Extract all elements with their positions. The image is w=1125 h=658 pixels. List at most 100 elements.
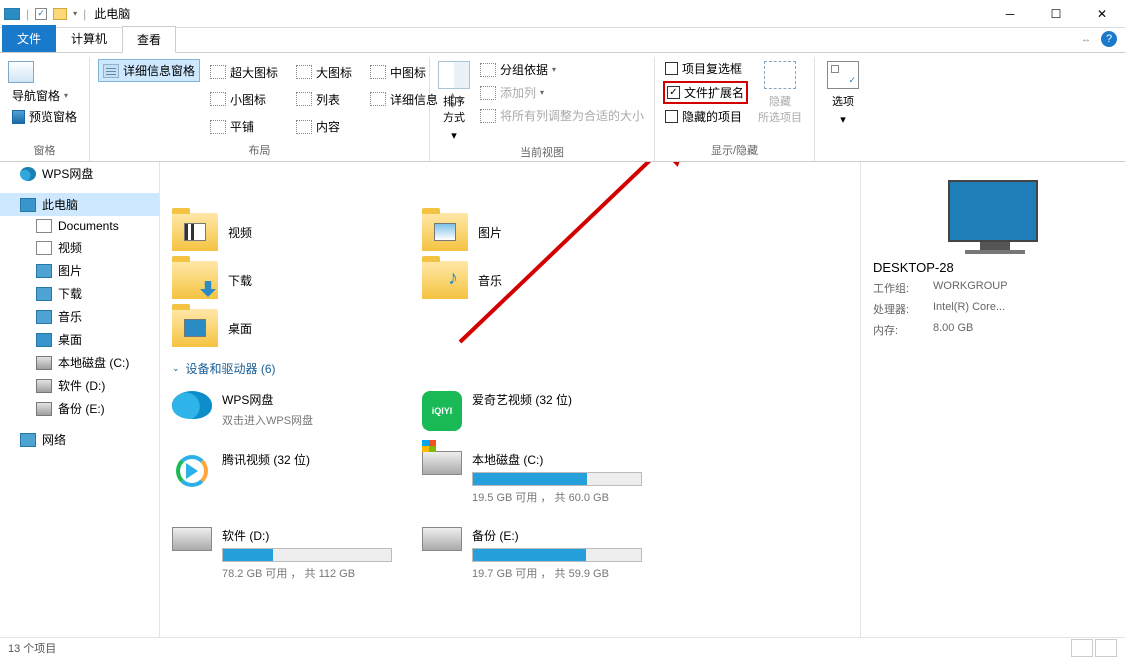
sidebar-item-videos[interactable]: 视频 — [0, 236, 159, 259]
folder-downloads[interactable]: 下载 — [168, 256, 418, 304]
drive-wps[interactable]: WPS网盘双击进入WPS网盘 — [168, 385, 418, 445]
preview-pane-icon — [12, 110, 25, 124]
item-count: 13 个项目 — [8, 640, 56, 656]
download-folder-icon — [200, 281, 216, 297]
view-xl-button[interactable]: 超大图标 — [206, 59, 282, 85]
group-label-showhide: 显示/隐藏 — [663, 140, 806, 161]
sidebar-item-pictures[interactable]: 图片 — [0, 259, 159, 282]
list-icon — [296, 92, 312, 106]
picture-folder-icon — [434, 223, 456, 241]
view-details-small-button[interactable] — [1071, 639, 1093, 657]
drive-d-icon — [172, 527, 212, 551]
music-folder-icon: ♪ — [448, 267, 462, 287]
dropdown-icon: ▾ — [840, 113, 846, 126]
checkbox-icon — [665, 110, 678, 123]
view-tiles-button[interactable]: 平铺 — [206, 114, 282, 140]
maximize-button[interactable]: ☐ — [1033, 0, 1079, 28]
minimize-ribbon-icon[interactable]: ↔ — [1081, 34, 1091, 45]
section-devices[interactable]: ⌄设备和驱动器 (6) — [168, 352, 852, 385]
tab-computer[interactable]: 计算机 — [56, 25, 122, 52]
download-icon — [36, 287, 52, 301]
add-columns-button[interactable]: 添加列▾ — [476, 82, 648, 103]
group-label-panes: 窗格 — [8, 140, 81, 161]
content-icon — [296, 120, 312, 134]
drive-e-icon — [422, 527, 462, 551]
pc-monitor-icon — [948, 180, 1038, 242]
video-icon — [36, 241, 52, 255]
sidebar-item-music[interactable]: 音乐 — [0, 305, 159, 328]
close-button[interactable]: ✕ — [1079, 0, 1125, 28]
sidebar-item-drive-d[interactable]: 软件 (D:) — [0, 374, 159, 397]
view-lg-button[interactable]: 大图标 — [292, 59, 356, 85]
details-pane-button[interactable]: 详细信息窗格 — [98, 59, 200, 82]
item-checkboxes-toggle[interactable]: 项目复选框 — [663, 59, 748, 78]
ribbon: 导航窗格▾ 预览窗格 窗格 详细信息窗格 超大图标 大图标 中图标 小图标 — [0, 52, 1125, 162]
qat-dropdown-icon[interactable]: ▾ — [73, 9, 77, 18]
hide-selected-button[interactable]: 隐藏 所选项目 — [754, 59, 806, 140]
drive-e[interactable]: 备份 (E:) 19.7 GB 可用 ， 共 59.9 GB — [418, 521, 668, 597]
sidebar-item-thispc[interactable]: 此电脑 — [0, 193, 159, 216]
drive-c[interactable]: 本地磁盘 (C:) 19.5 GB 可用 ， 共 60.0 GB — [418, 445, 668, 521]
checkbox-icon: ✓ — [667, 86, 680, 99]
view-content-button[interactable]: 内容 — [292, 114, 356, 140]
sidebar-item-documents[interactable]: Documents — [0, 216, 159, 236]
dropdown-icon: ▾ — [64, 91, 68, 100]
details-icon — [370, 92, 386, 106]
pc-name: DESKTOP-28 — [873, 260, 1113, 275]
main-area: WPS网盘 此电脑 Documents 视频 图片 下载 音乐 桌面 本地磁盘 … — [0, 162, 1125, 637]
details-pane-icon — [103, 64, 119, 78]
tab-view[interactable]: 查看 — [122, 26, 176, 53]
group-label-layout: 布局 — [98, 140, 421, 161]
drive-icon — [36, 356, 52, 370]
help-icon[interactable]: ? — [1101, 31, 1117, 47]
nav-pane-icon — [8, 61, 34, 83]
folder-videos[interactable]: 视频 — [168, 208, 418, 256]
folder-music[interactable]: ♪音乐 — [418, 256, 668, 304]
view-icons-small-button[interactable] — [1095, 639, 1117, 657]
tab-file[interactable]: 文件 — [2, 25, 56, 52]
sidebar-item-drive-c[interactable]: 本地磁盘 (C:) — [0, 351, 159, 374]
drive-icon — [36, 402, 52, 416]
file-extensions-toggle[interactable]: ✓文件扩展名 — [663, 81, 748, 104]
dropdown-icon: ▾ — [451, 129, 457, 142]
title-bar: | ✓ ▾ | 此电脑 ─ ☐ ✕ — [0, 0, 1125, 28]
folder-pictures[interactable]: 图片 — [418, 208, 668, 256]
options-button[interactable]: ✓ 选项 ▾ — [823, 59, 863, 144]
view-sm-button[interactable]: 小图标 — [206, 86, 282, 112]
quick-access-toolbar: | ✓ ▾ | — [0, 7, 86, 21]
hide-icon — [764, 61, 796, 89]
preview-pane-label: 预览窗格 — [29, 108, 77, 125]
options-icon: ✓ — [827, 61, 859, 89]
app-icon — [4, 8, 20, 20]
sort-icon — [438, 61, 470, 89]
nav-pane-button[interactable]: 导航窗格 ▾ — [8, 85, 81, 106]
size-columns-button[interactable]: 将所有列调整为合适的大小 — [476, 105, 648, 126]
qat-separator: | — [83, 7, 86, 21]
sidebar-item-drive-e[interactable]: 备份 (E:) — [0, 397, 159, 420]
picture-icon — [36, 264, 52, 278]
drive-tencent[interactable]: 腾讯视频 (32 位) — [168, 445, 418, 521]
sm-icon — [210, 92, 226, 106]
sidebar-item-wps[interactable]: WPS网盘 — [0, 162, 159, 185]
group-by-button[interactable]: 分组依据▾ — [476, 59, 648, 80]
sidebar-item-downloads[interactable]: 下载 — [0, 282, 159, 305]
sidebar-item-desktop[interactable]: 桌面 — [0, 328, 159, 351]
drive-d[interactable]: 软件 (D:) 78.2 GB 可用 ， 共 112 GB — [168, 521, 418, 597]
hidden-items-toggle[interactable]: 隐藏的项目 — [663, 107, 748, 126]
ribbon-tabs: 文件 计算机 查看 ↔ ? — [0, 28, 1125, 52]
group-label-view: 当前视图 — [438, 142, 646, 163]
drive-usage-bar — [222, 548, 392, 562]
nav-pane-label: 导航窗格 — [12, 87, 60, 104]
view-list-button[interactable]: 列表 — [292, 86, 356, 112]
drive-iqiyi[interactable]: iQIYI 爱奇艺视频 (32 位) — [418, 385, 668, 445]
preview-pane-button[interactable]: 预览窗格 — [8, 106, 81, 127]
wps-icon — [172, 391, 212, 419]
qat-folder-icon[interactable] — [53, 8, 67, 20]
folder-desktop[interactable]: 桌面 — [168, 304, 418, 352]
minimize-button[interactable]: ─ — [987, 0, 1033, 28]
sort-button[interactable]: 排序方式 ▾ — [438, 59, 470, 142]
sidebar-item-network[interactable]: 网络 — [0, 428, 159, 451]
music-icon — [36, 310, 52, 324]
qat-checkbox-icon[interactable]: ✓ — [35, 8, 47, 20]
xl-icon — [210, 65, 226, 79]
